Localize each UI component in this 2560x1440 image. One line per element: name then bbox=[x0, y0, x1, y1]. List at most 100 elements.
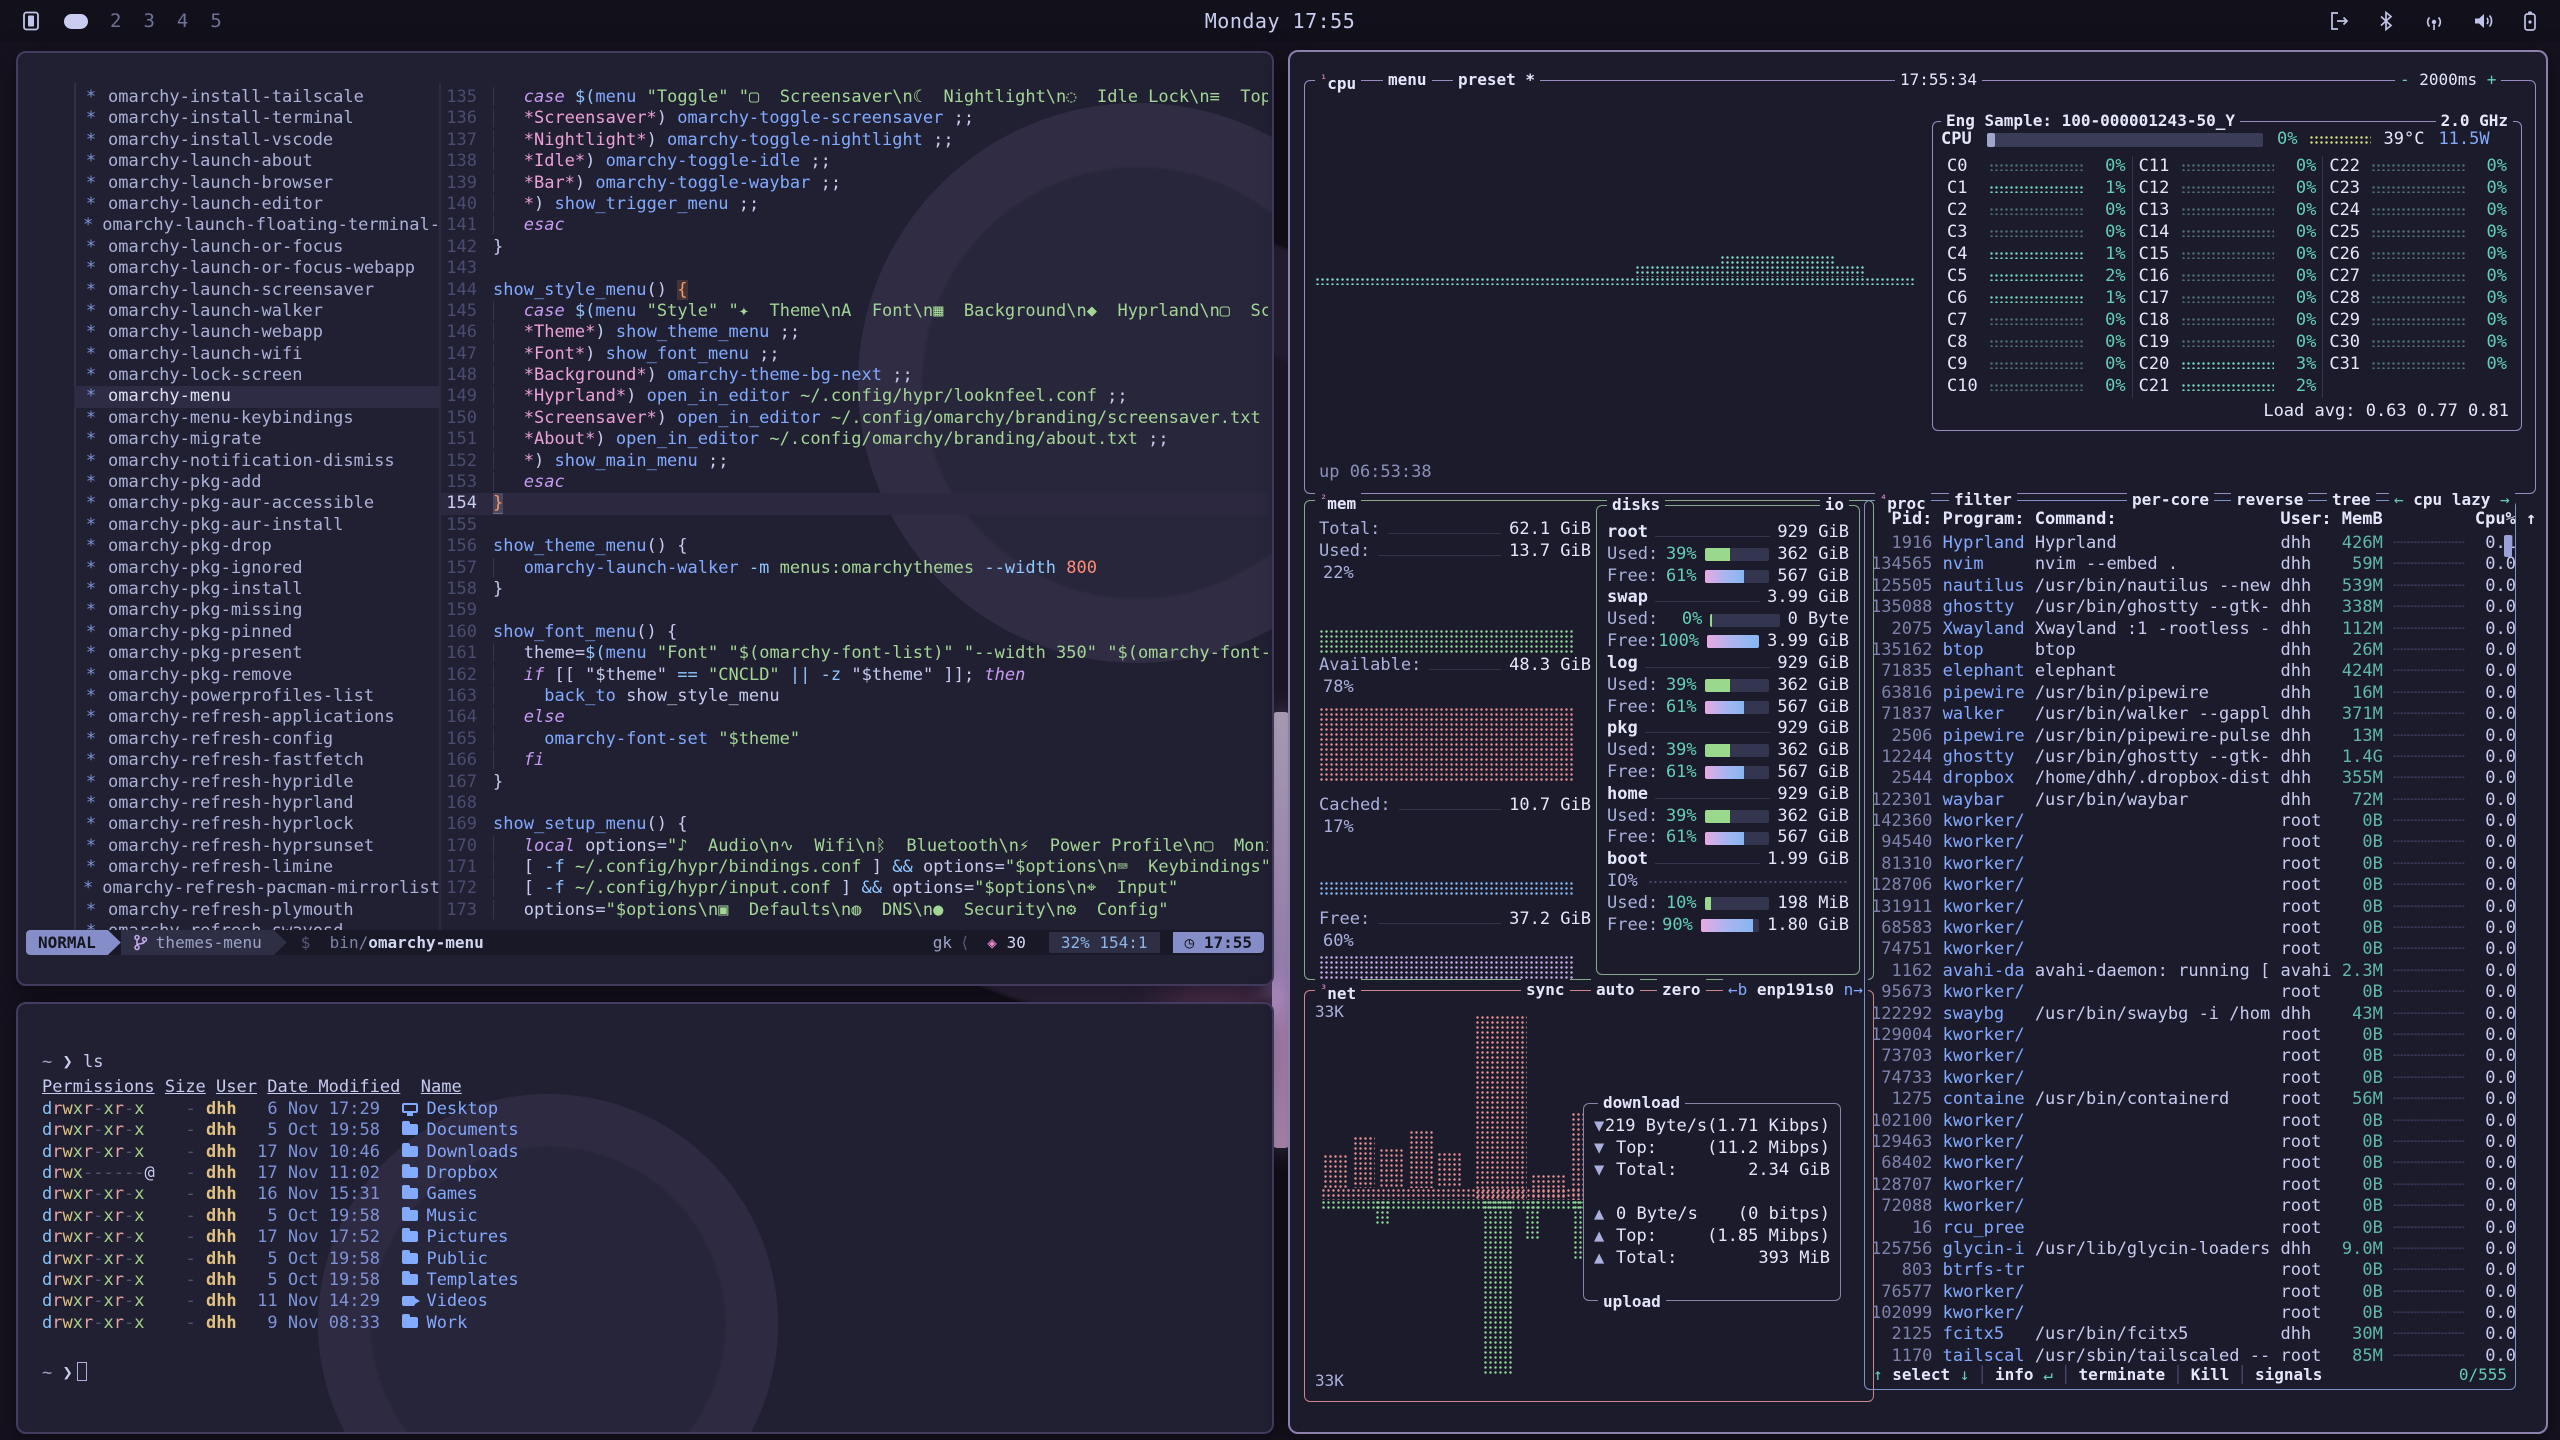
file-item[interactable]: *omarchy-launch-editor bbox=[74, 194, 440, 215]
file-item[interactable]: *omarchy-pkg-ignored bbox=[74, 558, 440, 579]
process-row[interactable]: 125756 glycin-i /usr/lib/glycin-loaders … bbox=[1865, 1239, 2515, 1260]
process-row[interactable]: 129004 kworker/ root 0B ┄┄┄┄┄┄┄ 0.0 bbox=[1865, 1025, 2515, 1046]
file-item[interactable]: *omarchy-refresh-pacman-mirrorlist bbox=[74, 878, 440, 899]
workspace-5[interactable]: 5 bbox=[210, 10, 221, 32]
process-row[interactable]: 1916 Hyprland Hyprland dhh 426M ┄┄┄┄┄┄┄ … bbox=[1865, 533, 2515, 554]
file-item[interactable]: *omarchy-pkg-aur-install bbox=[74, 515, 440, 536]
app-window-icon[interactable] bbox=[20, 10, 42, 32]
process-row[interactable]: 142360 kworker/ root 0B ┄┄┄┄┄┄┄ 0.0 bbox=[1865, 811, 2515, 832]
process-row[interactable]: 125505 nautilus /usr/bin/nautilus --new … bbox=[1865, 576, 2515, 597]
file-item[interactable]: *omarchy-pkg-remove bbox=[74, 665, 440, 686]
mem-tab[interactable]: ²mem bbox=[1315, 489, 1361, 514]
file-item[interactable]: *omarchy-menu-keybindings bbox=[74, 408, 440, 429]
file-item[interactable]: *omarchy-pkg-add bbox=[74, 472, 440, 493]
file-item[interactable]: *omarchy-pkg-aur-accessible bbox=[74, 493, 440, 514]
neovim-editor[interactable]: *omarchy-install-tailscale*omarchy-insta… bbox=[18, 53, 1272, 984]
file-item[interactable]: *omarchy-launch-wifi bbox=[74, 344, 440, 365]
file-item[interactable]: *omarchy-launch-or-focus-webapp bbox=[74, 258, 440, 279]
process-row[interactable]: 128707 kworker/ root 0B ┄┄┄┄┄┄┄ 0.0 bbox=[1865, 1175, 2515, 1196]
process-row[interactable]: 16 rcu_pree root 0B ┄┄┄┄┄┄┄ 0.0 bbox=[1865, 1218, 2515, 1239]
file-item[interactable]: *omarchy-launch-about bbox=[74, 151, 440, 172]
process-row[interactable]: 2506 pipewire /usr/bin/pipewire-pulse dh… bbox=[1865, 726, 2515, 747]
process-row[interactable]: 74733 kworker/ root 0B ┄┄┄┄┄┄┄ 0.0 bbox=[1865, 1068, 2515, 1089]
proc-scrollbar-thumb[interactable] bbox=[2504, 535, 2512, 557]
file-item[interactable]: *omarchy-launch-floating-terminal- bbox=[74, 215, 440, 236]
zero-button[interactable]: zero bbox=[1657, 979, 1706, 1000]
reverse-button[interactable]: reverse bbox=[2231, 489, 2308, 510]
preset-button[interactable]: preset * bbox=[1453, 69, 1540, 90]
shell-terminal[interactable]: ~ ❯ ls Permissions Size User Date Modifi… bbox=[18, 1004, 1272, 1432]
clock[interactable]: Monday 17:55 bbox=[1205, 0, 1356, 42]
file-item[interactable]: *omarchy-migrate bbox=[74, 429, 440, 450]
prompt-line-current[interactable]: ~ ❯ bbox=[42, 1362, 1272, 1384]
process-row[interactable]: 135088 ghostty /usr/bin/ghostty --gtk- d… bbox=[1865, 597, 2515, 618]
file-item[interactable]: *omarchy-powerprofiles-list bbox=[74, 686, 440, 707]
file-item[interactable]: *omarchy-launch-screensaver bbox=[74, 280, 440, 301]
menu-button[interactable]: menu bbox=[1383, 69, 1432, 90]
sort-switcher[interactable]: ← cpu lazy → bbox=[2389, 489, 2515, 510]
process-row[interactable]: 1275 containe /usr/bin/containerd root 5… bbox=[1865, 1089, 2515, 1110]
file-item[interactable]: *omarchy-launch-walker bbox=[74, 301, 440, 322]
process-row[interactable]: 129463 kworker/ root 0B ┄┄┄┄┄┄┄ 0.0 bbox=[1865, 1132, 2515, 1153]
file-item[interactable]: *omarchy-pkg-present bbox=[74, 643, 440, 664]
file-item[interactable]: *omarchy-pkg-missing bbox=[74, 600, 440, 621]
sync-button[interactable]: sync bbox=[1521, 979, 1570, 1000]
process-row[interactable]: 71837 walker /usr/bin/walker --gappl dhh… bbox=[1865, 704, 2515, 725]
process-row[interactable]: 134565 nvim nvim --embed . dhh 59M ┄┄┄┄┄… bbox=[1865, 554, 2515, 575]
process-row[interactable]: 135162 btop btop dhh 26M ┄┄┄┄┄┄┄ 0.0 bbox=[1865, 640, 2515, 661]
file-item[interactable]: *omarchy-notification-dismiss bbox=[74, 451, 440, 472]
tree-button[interactable]: tree bbox=[2327, 489, 2376, 510]
volume-icon[interactable] bbox=[2472, 10, 2496, 32]
file-item[interactable]: *omarchy-pkg-drop bbox=[74, 536, 440, 557]
file-item[interactable]: *omarchy-pkg-pinned bbox=[74, 622, 440, 643]
process-row[interactable]: 2544 dropbox /home/dhh/.dropbox-dist dhh… bbox=[1865, 768, 2515, 789]
workspace-2[interactable]: 2 bbox=[110, 10, 121, 32]
workspace-active[interactable] bbox=[64, 14, 88, 29]
file-item[interactable]: *omarchy-launch-or-focus bbox=[74, 237, 440, 258]
file-item[interactable]: *omarchy-install-tailscale bbox=[74, 87, 440, 108]
process-row[interactable]: 2075 Xwayland Xwayland :1 -rootless - dh… bbox=[1865, 619, 2515, 640]
file-item[interactable]: *omarchy-install-terminal bbox=[74, 108, 440, 129]
process-row[interactable]: 71835 elephant elephant dhh 424M ┄┄┄┄┄┄┄… bbox=[1865, 661, 2515, 682]
file-item[interactable]: *omarchy-refresh-limine bbox=[74, 857, 440, 878]
file-item[interactable]: *omarchy-refresh-hypridle bbox=[74, 772, 440, 793]
process-row[interactable]: 122292 swaybg /usr/bin/swaybg -i /hom dh… bbox=[1865, 1004, 2515, 1025]
bluetooth-icon[interactable] bbox=[2376, 10, 2396, 32]
cpu-tab[interactable]: ¹cpu bbox=[1315, 69, 1361, 94]
process-row[interactable]: 63816 pipewire /usr/bin/pipewire dhh 16M… bbox=[1865, 683, 2515, 704]
auto-button[interactable]: auto bbox=[1591, 979, 1640, 1000]
file-item[interactable]: *omarchy-install-vscode bbox=[74, 130, 440, 151]
select-down-key[interactable]: ↓ bbox=[1960, 1364, 1970, 1385]
file-item[interactable]: *omarchy-lock-screen bbox=[74, 365, 440, 386]
file-item[interactable]: *omarchy-launch-webapp bbox=[74, 322, 440, 343]
workspace-3[interactable]: 3 bbox=[143, 10, 154, 32]
process-row[interactable]: 12244 ghostty /usr/bin/ghostty --gtk- dh… bbox=[1865, 747, 2515, 768]
signals-button[interactable]: signals bbox=[2255, 1364, 2322, 1385]
kill-button[interactable]: Kill bbox=[2191, 1364, 2230, 1385]
process-row[interactable]: 122301 waybar /usr/bin/waybar dhh 72M ┄┄… bbox=[1865, 790, 2515, 811]
interface-switcher[interactable]: ←b enp191s0 n→ bbox=[1723, 979, 1868, 1000]
process-row[interactable]: 1162 avahi-da avahi-daemon: running [ av… bbox=[1865, 961, 2515, 982]
file-item[interactable]: *omarchy-refresh-plymouth bbox=[74, 900, 440, 921]
file-item[interactable]: *omarchy-refresh-hyprlock bbox=[74, 814, 440, 835]
update-interval[interactable]: - 2000ms + bbox=[2395, 69, 2501, 90]
broadcast-icon[interactable] bbox=[2422, 10, 2446, 32]
process-row[interactable]: 128706 kworker/ root 0B ┄┄┄┄┄┄┄ 0.0 bbox=[1865, 875, 2515, 896]
file-item[interactable]: *omarchy-launch-browser bbox=[74, 173, 440, 194]
process-row[interactable]: 81310 kworker/ root 0B ┄┄┄┄┄┄┄ 0.0 bbox=[1865, 854, 2515, 875]
file-item[interactable]: *omarchy-refresh-hyprland bbox=[74, 793, 440, 814]
workspace-4[interactable]: 4 bbox=[177, 10, 188, 32]
process-row[interactable]: 102100 kworker/ root 0B ┄┄┄┄┄┄┄ 0.0 bbox=[1865, 1111, 2515, 1132]
process-row[interactable]: 102099 kworker/ root 0B ┄┄┄┄┄┄┄ 0.0 bbox=[1865, 1303, 2515, 1324]
process-row[interactable]: 803 btrfs-tr root 0B ┄┄┄┄┄┄┄ 0.0 bbox=[1865, 1260, 2515, 1281]
process-row[interactable]: 2125 fcitx5 /usr/bin/fcitx5 dhh 30M ┄┄┄┄… bbox=[1865, 1324, 2515, 1345]
file-item[interactable]: *omarchy-refresh-fastfetch bbox=[74, 750, 440, 771]
per-core-button[interactable]: per-core bbox=[2127, 489, 2214, 510]
process-row[interactable]: 68583 kworker/ root 0B ┄┄┄┄┄┄┄ 0.0 bbox=[1865, 918, 2515, 939]
process-row[interactable]: 95673 kworker/ root 0B ┄┄┄┄┄┄┄ 0.0 bbox=[1865, 982, 2515, 1003]
battery-icon[interactable] bbox=[2522, 10, 2538, 32]
process-row[interactable]: 73703 kworker/ root 0B ┄┄┄┄┄┄┄ 0.0 bbox=[1865, 1046, 2515, 1067]
process-row[interactable]: 68402 kworker/ root 0B ┄┄┄┄┄┄┄ 0.0 bbox=[1865, 1153, 2515, 1174]
file-item[interactable]: *omarchy-refresh-config bbox=[74, 729, 440, 750]
file-item[interactable]: *omarchy-menu bbox=[74, 386, 440, 407]
